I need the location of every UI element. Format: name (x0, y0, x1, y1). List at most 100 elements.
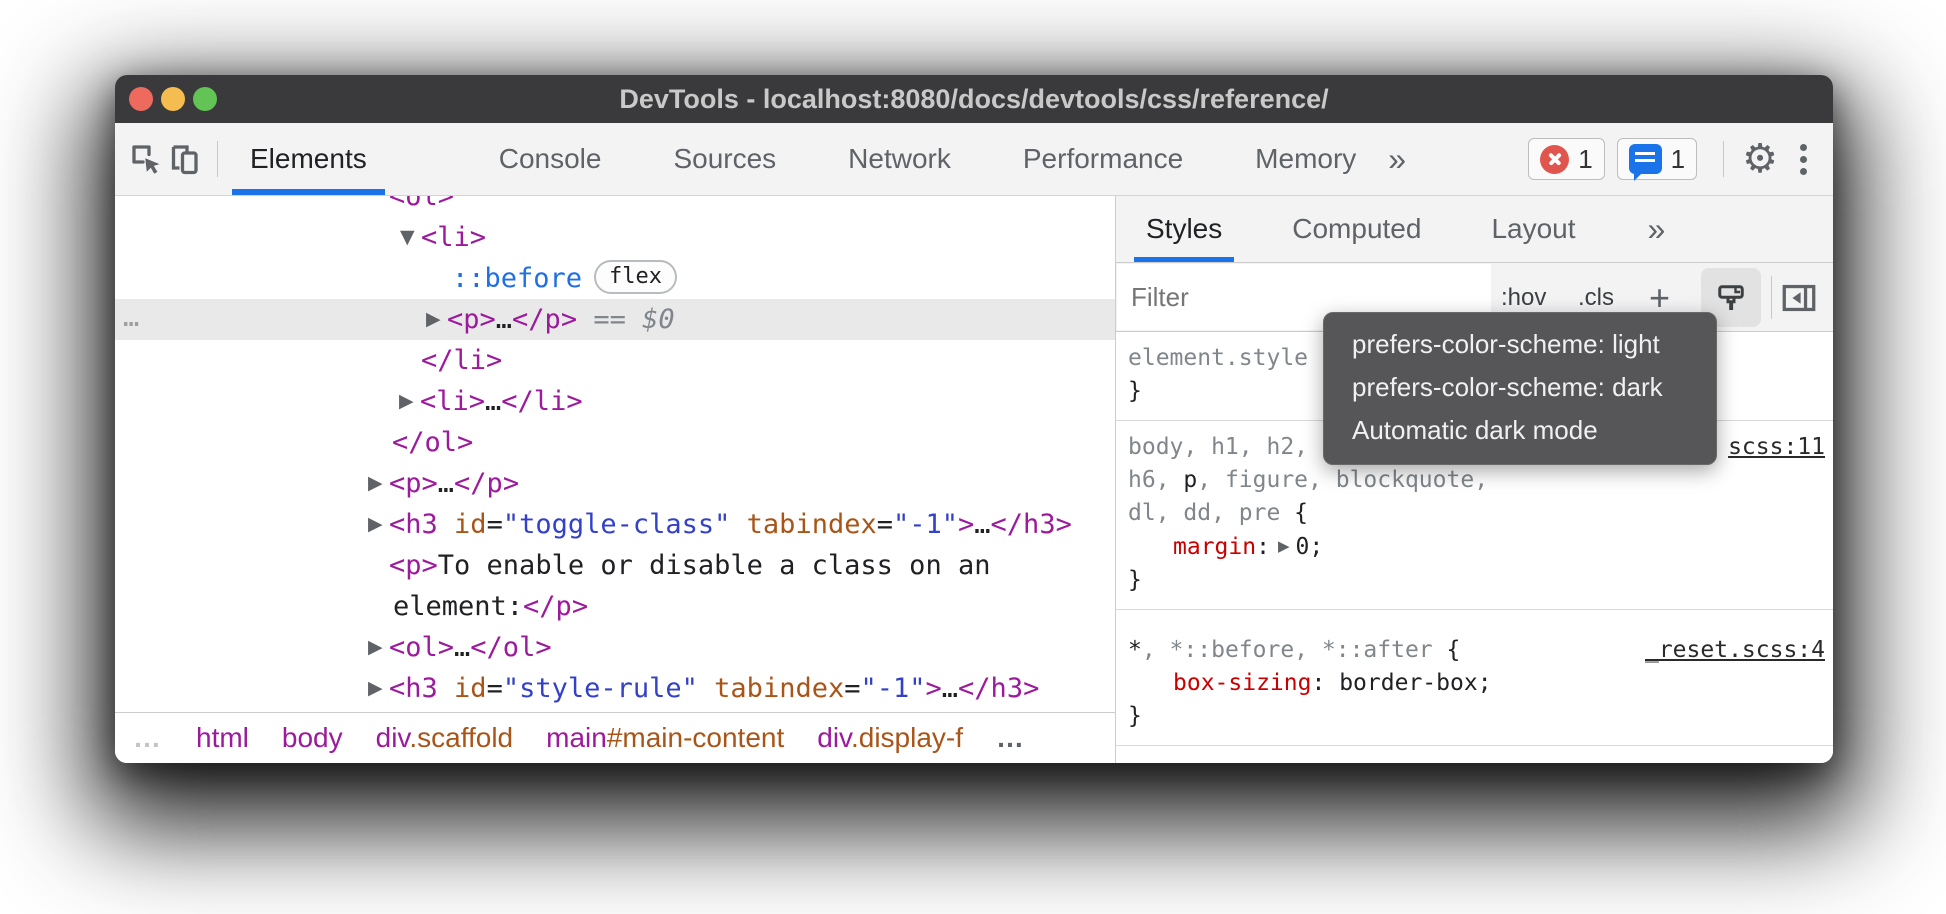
breadcrumb-item-main[interactable]: main#main-content (546, 722, 784, 754)
breadcrumb-suffix: #main-content (607, 722, 784, 753)
settings-gear-icon[interactable]: ⚙ (1742, 140, 1778, 178)
tree-part-val: "toggle-class" (503, 509, 731, 540)
breadcrumb-item-div[interactable]: div.display-f (817, 722, 963, 754)
tree-part-attr: id (454, 509, 487, 540)
tree-row[interactable]: …▶<p>…</p> == $0 (115, 299, 1115, 340)
tree-part-tag: <p> (447, 304, 496, 335)
breadcrumb-item-body[interactable]: body (282, 722, 343, 754)
tree-part-pseudo: ::before (452, 263, 582, 294)
tree-row[interactable]: <ol> (115, 196, 1115, 217)
tree-row[interactable]: ▶<ol>…</ol> (115, 627, 1115, 668)
issues-count: 1 (1671, 144, 1685, 175)
tab-sources[interactable]: Sources (655, 123, 794, 195)
tree-part-tag: </p> (523, 591, 588, 622)
device-toolbar-icon[interactable] (165, 140, 203, 178)
tree-part-text: element: (393, 591, 523, 622)
selector-part: p (1183, 467, 1197, 493)
selector-part: h6, (1128, 467, 1183, 493)
tree-row[interactable]: <p>To enable or disable a class on an (115, 545, 1115, 586)
selector-line: p {user agent stylesheet (1128, 762, 1833, 763)
tree-row[interactable]: element:</p> (115, 586, 1115, 627)
breadcrumb: … html body div.scaffold main#main-content di… (115, 712, 1115, 763)
expand-arrow-closed-icon[interactable]: ▶ (368, 668, 383, 709)
shorthand-expander-icon[interactable]: ▶ (1270, 537, 1296, 555)
tree-row[interactable]: </ol> (115, 422, 1115, 463)
breadcrumb-tag: body (282, 722, 343, 753)
tree-part-val: "-1" (860, 673, 925, 704)
menu-item-prefers-color-scheme-dark[interactable]: prefers-color-scheme: dark (1324, 366, 1716, 409)
styles-sidebar: StylesComputedLayout» :hov .cls + (1115, 196, 1833, 763)
tree-part-tag: <ol> (389, 632, 454, 663)
expand-arrow-closed-icon[interactable]: ▶ (399, 381, 414, 422)
elements-panel: <ol>▼<li>::beforeflex…▶<p>…</p> == $0</l… (115, 196, 1115, 763)
tree-row[interactable]: ▶<li>…</li> (115, 381, 1115, 422)
toggle-sidebar-button[interactable] (1779, 263, 1819, 332)
row-overflow-dots: … (123, 297, 142, 338)
inspect-element-icon[interactable] (127, 140, 165, 178)
menu-item-automatic-dark-mode[interactable]: Automatic dark mode (1324, 409, 1716, 452)
tree-row[interactable]: ▶<p>…</p> (115, 463, 1115, 504)
breadcrumb-item-div[interactable]: div.scaffold (376, 722, 514, 754)
sidebar-more-tabs-icon[interactable]: » (1634, 211, 1680, 248)
devtools-window: DevTools - localhost:8080/docs/devtools/… (115, 75, 1833, 763)
tree-row[interactable]: ▶<h3 id="toggle-class" tabindex="-1">…</… (115, 504, 1115, 545)
flex-badge[interactable]: flex (594, 260, 677, 294)
css-property-value: border-box (1339, 670, 1477, 696)
tree-part-tag: </p> (454, 468, 519, 499)
tree-part-tag: </h3> (991, 509, 1072, 540)
issues-badge[interactable]: 1 (1617, 138, 1697, 180)
expand-arrow-closed-icon[interactable]: ▶ (368, 627, 383, 668)
css-property[interactable]: box-sizing: border-box; (1128, 667, 1833, 700)
stylesheet-link[interactable]: scss:11 (1728, 431, 1825, 464)
style-rule-section: p {user agent stylesheet (1116, 745, 1833, 763)
rule-close-brace: } (1128, 700, 1833, 733)
tab-network[interactable]: Network (830, 123, 969, 195)
tab-label: Performance (1023, 143, 1183, 175)
tab-performance[interactable]: Performance (1005, 123, 1201, 195)
sidebar-tab-layout[interactable]: Layout (1479, 196, 1587, 262)
selector-part: body, h1, h2, (1128, 434, 1308, 460)
rule-close-brace: } (1128, 564, 1833, 597)
error-badge[interactable]: 1 (1528, 138, 1604, 180)
breadcrumb-item-html[interactable]: html (196, 722, 249, 754)
tree-part-plain (438, 509, 454, 540)
expand-arrow-closed-icon[interactable]: ▶ (426, 299, 441, 340)
error-icon (1540, 145, 1569, 174)
tab-console[interactable]: Console (481, 123, 620, 195)
breadcrumb-suffix: .scaffold (409, 722, 513, 753)
tree-part-plain: = (487, 673, 503, 704)
brush-icon (1713, 280, 1749, 316)
tree-part-dots: … (496, 304, 512, 335)
expand-arrow-closed-icon[interactable]: ▶ (368, 504, 383, 545)
breadcrumb-overflow-left[interactable]: … (133, 722, 163, 754)
breadcrumb-overflow-right[interactable]: … (996, 722, 1026, 754)
tree-part-tag: > (958, 509, 974, 540)
tab-label: Memory (1255, 143, 1356, 175)
selector-part: { (1294, 500, 1308, 526)
tree-row[interactable]: ▼<li> (115, 217, 1115, 258)
tab-label: Console (499, 143, 602, 175)
tree-part-tag: </ol> (392, 427, 473, 458)
selector-part: , *::before, *::after (1142, 637, 1447, 663)
tree-part-plain (698, 673, 714, 704)
sidebar-tab-computed[interactable]: Computed (1280, 196, 1433, 262)
menu-item-prefers-color-scheme-light[interactable]: prefers-color-scheme: light (1324, 323, 1716, 366)
tree-row[interactable]: </li> (115, 340, 1115, 381)
tab-label: Network (848, 143, 951, 175)
window-title: DevTools - localhost:8080/docs/devtools/… (115, 75, 1833, 123)
css-property[interactable]: margin:▶0; (1128, 530, 1833, 564)
selector-line: dl, dd, pre { (1128, 497, 1833, 530)
tree-row[interactable]: ::before flex (115, 258, 1115, 299)
tree-part-tag: </ol> (470, 632, 551, 663)
expand-arrow-closed-icon[interactable]: ▶ (368, 463, 383, 504)
sidebar-tab-label: Computed (1292, 213, 1421, 245)
kebab-menu-icon[interactable] (1782, 144, 1825, 175)
sidebar-tab-styles[interactable]: Styles (1134, 196, 1234, 262)
tab-memory[interactable]: Memory (1237, 123, 1374, 195)
stylesheet-link[interactable]: _reset.scss:4 (1645, 634, 1825, 667)
expand-arrow-open-icon[interactable]: ▼ (400, 217, 415, 258)
tab-elements[interactable]: Elements (232, 123, 385, 195)
tree-row[interactable]: ▶<h3 id="style-rule" tabindex="-1">…</h3… (115, 668, 1115, 709)
tree-part-tag: <p> (389, 468, 438, 499)
more-tabs-icon[interactable]: » (1374, 141, 1420, 178)
